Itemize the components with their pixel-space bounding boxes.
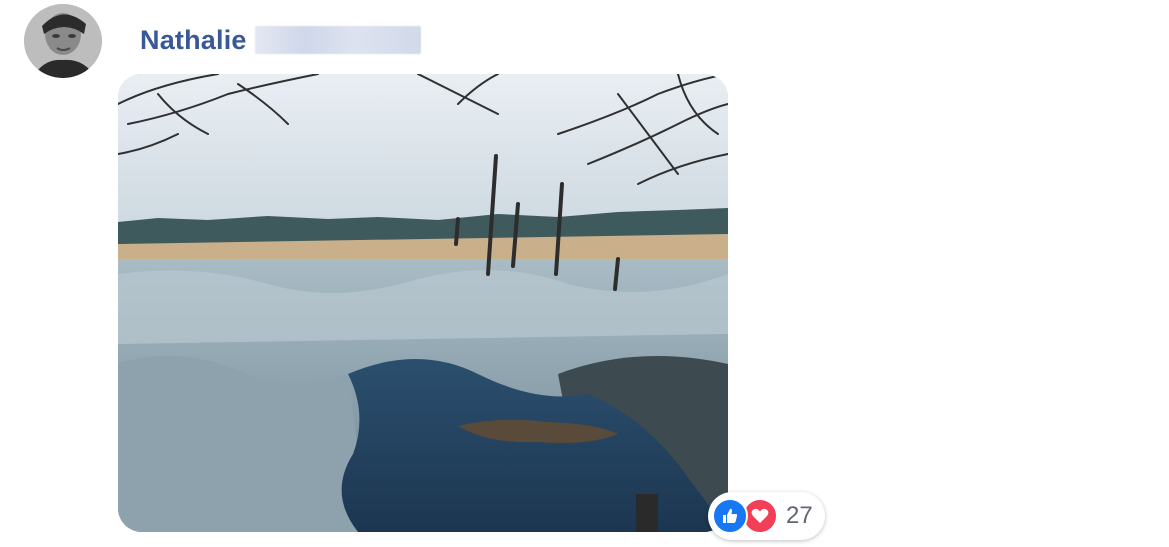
reactions-summary[interactable]: 27 bbox=[708, 492, 825, 540]
comment: Nathalie 27 bbox=[0, 0, 1169, 547]
author-name-link[interactable]: Nathalie bbox=[140, 25, 247, 56]
like-icon bbox=[712, 498, 748, 534]
comment-photo[interactable] bbox=[118, 74, 728, 532]
redacted-surname bbox=[254, 26, 421, 54]
author-row: Nathalie bbox=[140, 22, 421, 58]
frozen-marsh-image bbox=[118, 74, 728, 532]
reaction-count: 27 bbox=[786, 502, 813, 529]
avatar-photo bbox=[24, 4, 102, 78]
avatar[interactable] bbox=[24, 4, 102, 78]
